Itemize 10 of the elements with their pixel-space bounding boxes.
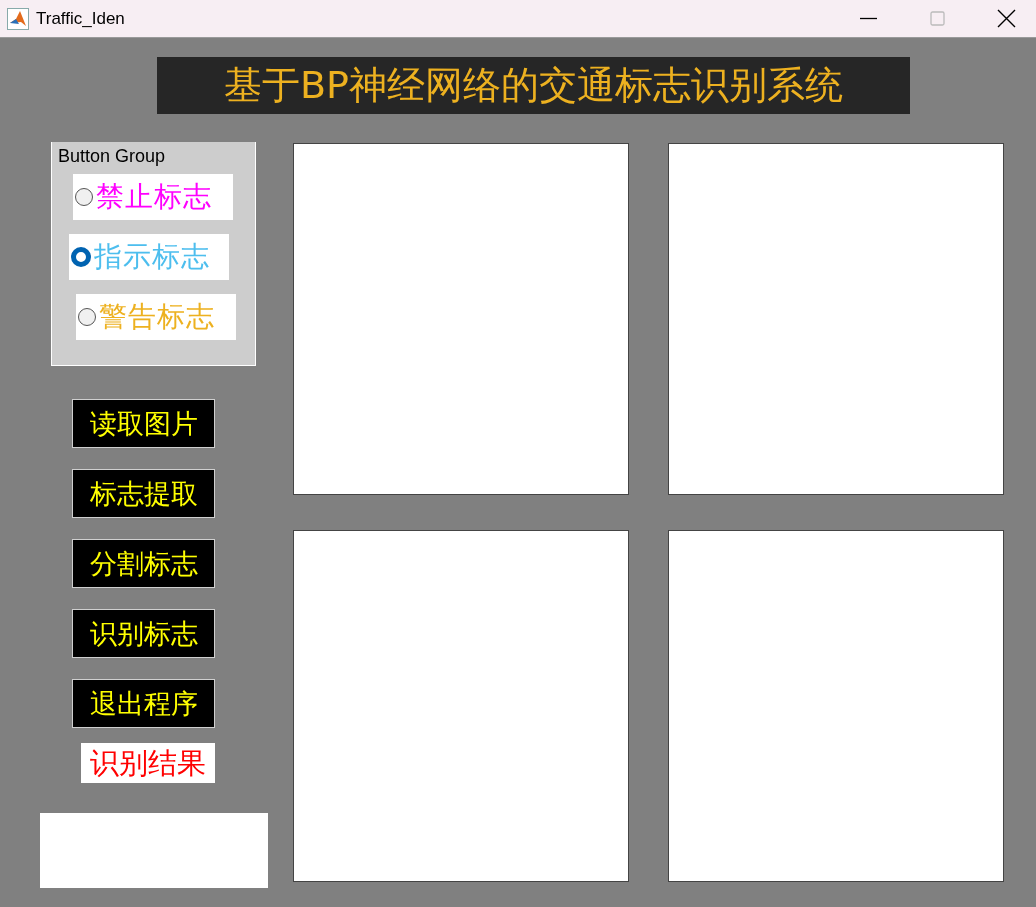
result-label: 识别结果 [81,743,215,783]
action-button[interactable]: 识别标志 [72,609,215,658]
app-logo-icon [7,7,29,30]
action-button[interactable]: 读取图片 [72,399,215,448]
group-title: Button Group [58,146,166,167]
action-button[interactable]: 分割标志 [72,539,215,588]
app-heading: 基于BP神经网络的交通标志识别系统 [157,57,910,114]
window-title: Traffic_Iden [36,8,126,29]
action-button[interactable]: 退出程序 [72,679,215,728]
action-button[interactable]: 标志提取 [72,469,215,518]
